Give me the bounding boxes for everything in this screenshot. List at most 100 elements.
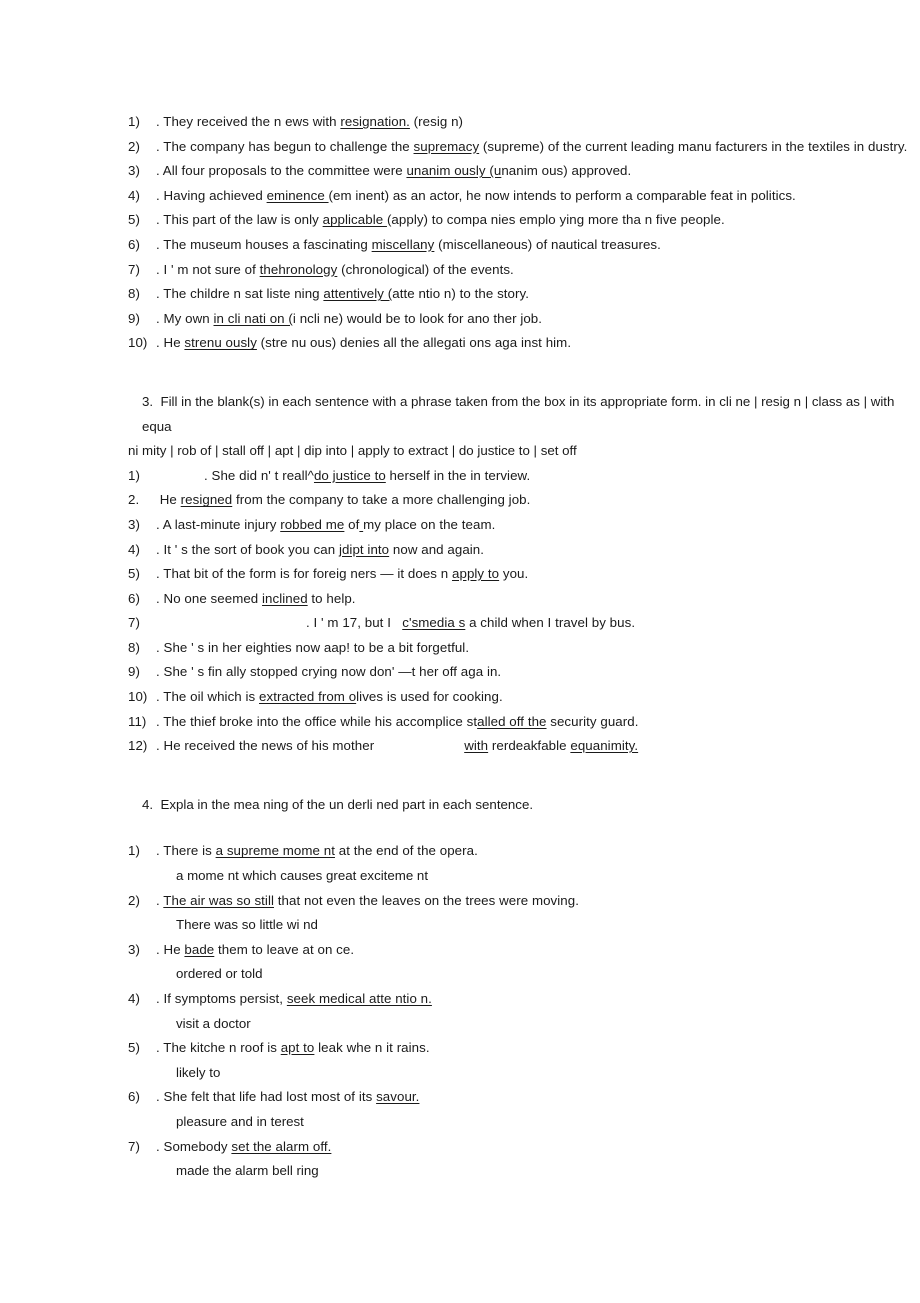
underlined-answer: bade: [184, 941, 215, 957]
question-text-post: (apply) to compa nies emplo ying more th…: [386, 212, 725, 228]
question-item: 11) . The thief broke into the office whi…: [128, 710, 916, 735]
exercise-4-heading: 4. Expla in the mea ning of the un derli…: [142, 796, 534, 812]
underlined-answer: c'smedia s: [402, 615, 466, 631]
blank-gap: [156, 464, 204, 489]
underlined-answer: supremacy: [413, 138, 480, 154]
question-text-pre: . He received the news of his mother: [156, 738, 375, 754]
question-text: . A last-minute injury robbed me of my p…: [156, 513, 916, 538]
blank-gap: [156, 611, 306, 636]
question-number: 1): [128, 467, 140, 483]
question-text: . Having achieved eminence (em inent) as…: [156, 184, 916, 209]
question-number: 3): [128, 163, 140, 179]
underlined-answer: resigned: [180, 492, 233, 508]
question-item: 2) . The company has begun to challenge t…: [128, 135, 916, 160]
question-text: . This part of the law is only applicabl…: [156, 208, 916, 233]
exercise-3-list: 1) . She did n' t reall^do justice to he…: [128, 464, 916, 759]
question-text-post: leak whe n it rains.: [314, 1040, 430, 1056]
question-item: 5) . This part of the law is only applica…: [128, 208, 916, 233]
question-number: 9): [128, 664, 140, 680]
underlined-answer: savour.: [376, 1089, 420, 1105]
question-text: . The museum houses a fascinating miscel…: [156, 233, 916, 258]
question-text-pre: . The childre n sat liste ning: [156, 286, 324, 302]
question-item: 6) . No one seemed inclined to help.: [128, 587, 916, 612]
question-text-pre: . No one seemed: [156, 590, 263, 606]
question-item: 9) . My own in cli nati on (i ncli ne) wo…: [128, 307, 916, 332]
question-text-pre: . She felt that life had lost most of it…: [156, 1089, 377, 1105]
underlined-answer: a supreme mome nt: [215, 843, 335, 859]
question-text: . She ' s in her eighties now aap! to be…: [156, 636, 916, 661]
question-text: . All four proposals to the committee we…: [156, 159, 916, 184]
question-text-post: rerdeakfable: [488, 738, 571, 754]
question-number: 5): [128, 212, 140, 228]
question-text-post: of: [344, 516, 360, 532]
question-text-post: (supreme) of the current leading manu fa…: [479, 138, 908, 154]
question-text: . They received the n ews with resignati…: [156, 110, 916, 135]
question-item: 10) . He strenu ously (stre nu ous) denie…: [128, 331, 916, 356]
question-number: 4): [128, 541, 140, 557]
underlined-answer: jdipt into: [338, 541, 390, 557]
answer-line: likely to: [176, 1064, 221, 1080]
question-text-post: (resig n): [409, 114, 464, 129]
question-text: . Somebody set the alarm off.: [156, 1135, 916, 1160]
exercise-2-list: 1) . They received the n ews with resigna…: [128, 110, 916, 356]
question-item: 8) . She ' s in her eighties now aap! to …: [128, 636, 916, 661]
question-text-post: my place on the team.: [363, 516, 496, 532]
underlined-answer: miscellany: [371, 236, 435, 252]
question-item: 3) . All four proposals to the committee …: [128, 159, 916, 184]
answer-line: visit a doctor: [176, 1015, 251, 1031]
underlined-answer: robbed me: [280, 516, 345, 532]
underlined-answer: applicable: [322, 212, 387, 228]
question-text-pre: . The kitche n roof is: [156, 1040, 281, 1056]
underlined-answer: extracted from o: [259, 689, 357, 705]
underlined-answer: eminence: [266, 187, 329, 203]
question-text-post: (chronological) of the events.: [337, 261, 514, 277]
question-item: 3) . A last-minute injury robbed me of my…: [128, 513, 916, 538]
question-text-post: (em inent) as an actor, he now intends t…: [328, 187, 796, 203]
question-item: 8) . The childre n sat liste ning attenti…: [128, 282, 916, 307]
exercise-4-list: 1) . There is a supreme mome nt at the en…: [128, 839, 916, 1183]
underlined-answer: The air was so still: [163, 892, 274, 908]
question-item: 7) . Somebody set the alarm off.: [128, 1135, 916, 1160]
question-text-post: (miscellaneous) of nautical treasures.: [434, 236, 661, 252]
underlined-answer: thehronology: [259, 261, 338, 277]
question-text: . That bit of the form is for foreig ner…: [156, 562, 916, 587]
question-text: . My own in cli nati on (i ncli ne) woul…: [156, 307, 916, 332]
question-number: 2): [128, 892, 140, 908]
answer-line: made the alarm bell ring: [176, 1163, 319, 1179]
question-text-post: nanim ous) approved.: [501, 163, 632, 179]
question-text: . It ' s the sort of book you can jdipt …: [156, 538, 916, 563]
question-number: 12): [128, 738, 148, 754]
question-text-pre: . It ' s the sort of book you can: [156, 541, 339, 557]
underlined-answer: equanimity.: [570, 738, 639, 754]
underlined-answer: inclined: [262, 590, 308, 606]
question-text-post: them to leave at on ce.: [214, 941, 355, 957]
question-number: 2.: [128, 492, 140, 508]
question-number: 2): [128, 138, 140, 154]
exercise-3-heading: 3. Fill in the blank(s) in each sentence…: [142, 393, 899, 434]
underlined-answer: seek medical atte ntio n.: [286, 991, 432, 1006]
underlined-answer: apply to: [452, 566, 500, 582]
question-number: 5): [128, 566, 140, 582]
question-item: 3) . He bade them to leave at on ce.: [128, 938, 916, 963]
underlined-answer: in cli nati on (: [213, 310, 293, 326]
question-item: 7) . I ' m not sure of thehronology (chro…: [128, 258, 916, 283]
question-text-post: to help.: [307, 590, 356, 606]
question-number: 7): [128, 615, 140, 631]
question-item: 4) . It ' s the sort of book you can jdip…: [128, 538, 916, 563]
question-number: 6): [128, 236, 140, 252]
question-text: . I ' m not sure of thehronology (chrono…: [156, 258, 916, 283]
question-text-post: (stre nu ous) denies all the allegati on…: [256, 335, 572, 351]
question-text-post: a child when I travel by bus.: [465, 615, 636, 631]
question-text-post: herself in the in terview.: [385, 467, 531, 483]
question-text: . She felt that life had lost most of it…: [156, 1085, 916, 1110]
question-item: 7) . I ' m 17, but I c'smedia s a child …: [128, 611, 916, 636]
question-number: 10): [128, 689, 148, 705]
underlined-answer: strenu ously: [184, 335, 257, 351]
question-item: 9) . She ' s fin ally stopped crying now …: [128, 660, 916, 685]
question-text-pre: . He: [156, 335, 185, 351]
question-item: 1) . She did n' t reall^do justice to he…: [128, 464, 916, 489]
question-item: 5) . That bit of the form is for foreig n…: [128, 562, 916, 587]
question-text: . She did n' t reall^do justice to herse…: [156, 464, 916, 489]
underlined-answer: do justice to: [313, 467, 386, 483]
exercise-3-wordbox-continuation: ni mity | rob of | stall off | apt | dip…: [128, 443, 577, 459]
